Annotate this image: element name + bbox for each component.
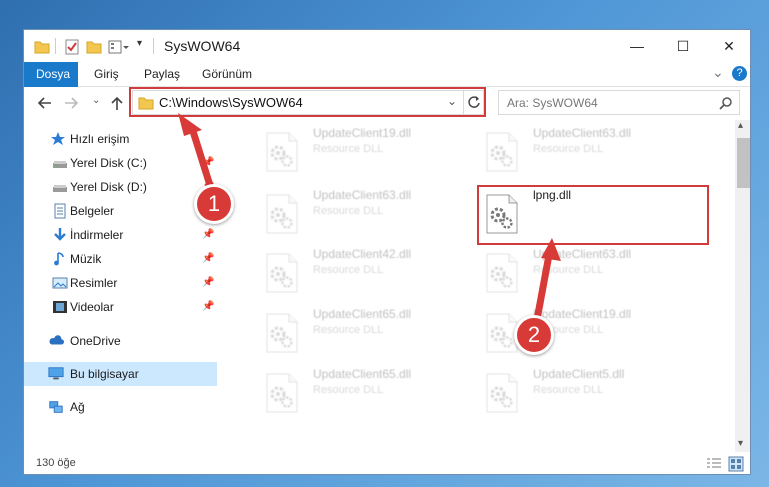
arrow-1-head bbox=[178, 113, 202, 136]
arrow-2-head bbox=[541, 238, 561, 261]
annotation-arrows bbox=[178, 113, 561, 326]
step-1-badge: 1 bbox=[194, 184, 234, 224]
step-2-badge: 2 bbox=[514, 315, 554, 355]
